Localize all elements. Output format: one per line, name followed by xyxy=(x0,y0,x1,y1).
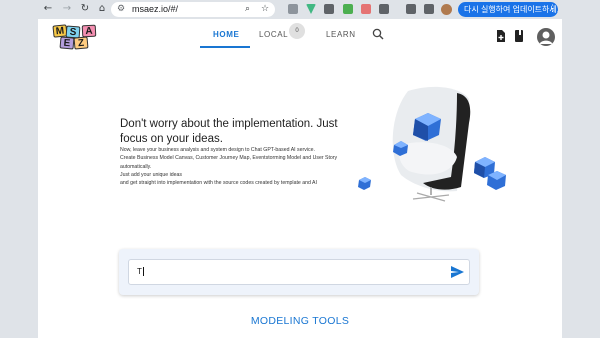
media-icon[interactable] xyxy=(406,4,416,14)
reload-button[interactable]: ↻ xyxy=(79,3,91,15)
vue-devtools-icon[interactable] xyxy=(306,4,316,14)
tab-home[interactable]: HOME xyxy=(213,29,239,41)
cube-icon xyxy=(358,177,371,190)
tab-local[interactable]: LOCAL xyxy=(259,29,288,41)
hero-description: Now, leave your business analysis and sy… xyxy=(120,146,380,187)
book-icon[interactable] xyxy=(514,30,524,42)
hero-line: Just add your unique ideas xyxy=(120,171,183,178)
side-panel-icon[interactable] xyxy=(424,4,434,14)
tab-learn[interactable]: LEARN xyxy=(326,29,356,41)
address-bar[interactable]: ⚙ msaez.io/#/ ⌕ ☆ xyxy=(111,2,275,17)
forward-button[interactable]: → xyxy=(61,3,73,15)
bookmark-star-icon[interactable]: ☆ xyxy=(261,3,269,16)
zoom-icon[interactable]: ⌕ xyxy=(245,3,250,16)
browser-margin xyxy=(562,19,600,338)
prompt-input[interactable]: T xyxy=(128,259,470,285)
user-avatar[interactable] xyxy=(537,28,555,46)
extension-icon[interactable] xyxy=(361,4,371,14)
file-add-icon[interactable] xyxy=(496,30,506,42)
logo-tile: A xyxy=(81,24,97,38)
extension-icon[interactable] xyxy=(343,4,353,14)
back-button[interactable]: ← xyxy=(42,3,54,15)
hero-line: Now, leave your business analysis and sy… xyxy=(120,147,315,153)
hero-headline: Don't worry about the implementation. Ju… xyxy=(120,118,338,145)
extension-icon[interactable] xyxy=(288,4,298,14)
update-button[interactable]: 다시 실행하여 업데이트하세요. xyxy=(458,2,558,17)
prompt-card: T xyxy=(119,249,479,295)
app-page: M S A E Z HOME LOCAL 0 LEARN Don't worry… xyxy=(38,19,562,338)
account-icon xyxy=(539,31,553,44)
hero-line: automatically. xyxy=(120,163,152,170)
hero-illustration xyxy=(358,86,506,202)
address-url[interactable]: msaez.io/#/ xyxy=(132,2,178,17)
browser-toolbar: ← → ↻ ⌂ ⚙ msaez.io/#/ ⌕ ☆ 다시 실행하여 업데이트하세… xyxy=(0,0,600,19)
msaez-logo[interactable]: M S A E Z xyxy=(52,24,103,50)
prompt-input-value[interactable]: T xyxy=(137,260,144,284)
modeling-tools-heading: MODELING TOOLS xyxy=(250,315,350,327)
profile-avatar[interactable] xyxy=(441,4,452,15)
home-button[interactable]: ⌂ xyxy=(96,3,108,15)
hero-line: and get straight into implementation wit… xyxy=(120,180,317,187)
extension-icon[interactable] xyxy=(324,4,334,14)
hero-line: Create Business Model Canvas, Customer J… xyxy=(120,155,338,162)
active-tab-indicator xyxy=(200,46,250,48)
search-icon[interactable] xyxy=(372,28,384,40)
send-icon[interactable] xyxy=(451,266,464,278)
site-settings-icon[interactable]: ⚙ xyxy=(117,3,125,16)
logo-tile: E xyxy=(59,36,75,50)
logo-tile: Z xyxy=(73,36,89,50)
puzzle-icon[interactable] xyxy=(379,4,389,14)
browser-menu-icon[interactable]: ⋮ xyxy=(548,2,557,15)
local-count-badge: 0 xyxy=(289,23,305,39)
